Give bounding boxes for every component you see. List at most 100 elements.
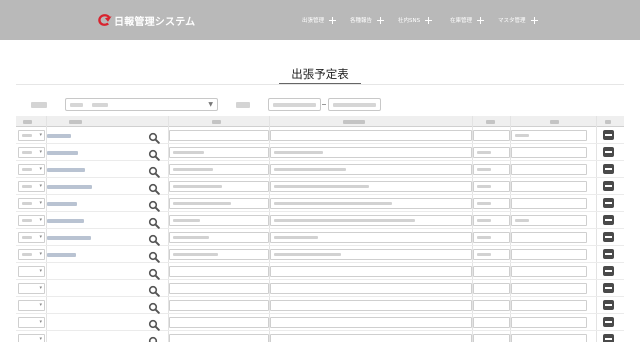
customer-input[interactable] bbox=[169, 283, 269, 294]
delete-row-button[interactable] bbox=[603, 317, 614, 327]
time-input[interactable] bbox=[473, 130, 510, 141]
purpose-input[interactable] bbox=[270, 198, 472, 209]
search-icon[interactable] bbox=[148, 129, 160, 144]
customer-input[interactable] bbox=[169, 181, 269, 192]
delete-row-button[interactable] bbox=[603, 215, 614, 225]
customer-input[interactable] bbox=[169, 334, 269, 342]
purpose-input[interactable] bbox=[270, 130, 472, 141]
time-input[interactable] bbox=[473, 198, 510, 209]
nav-master[interactable]: マスタ管理 bbox=[498, 14, 538, 26]
delete-row-button[interactable] bbox=[603, 334, 614, 342]
customer-input[interactable] bbox=[169, 266, 269, 277]
nav-business-trip[interactable]: 出張管理 bbox=[302, 14, 337, 26]
delete-row-button[interactable] bbox=[603, 266, 614, 276]
remarks-input[interactable] bbox=[511, 266, 587, 277]
date-select[interactable]: ▾ bbox=[18, 232, 45, 243]
purpose-input[interactable] bbox=[270, 317, 472, 328]
time-input[interactable] bbox=[473, 215, 510, 226]
filter-select[interactable]: ▼ bbox=[65, 98, 218, 111]
time-input[interactable] bbox=[473, 147, 510, 158]
customer-input[interactable] bbox=[169, 215, 269, 226]
purpose-input[interactable] bbox=[270, 334, 472, 342]
search-icon[interactable] bbox=[148, 248, 160, 263]
customer-input[interactable] bbox=[169, 317, 269, 328]
search-icon[interactable] bbox=[148, 231, 160, 246]
time-input[interactable] bbox=[473, 266, 510, 277]
delete-row-button[interactable] bbox=[603, 164, 614, 174]
date-select[interactable]: ▾ bbox=[18, 164, 45, 175]
search-icon[interactable] bbox=[148, 316, 160, 331]
date-select[interactable]: ▾ bbox=[18, 147, 45, 158]
time-input[interactable] bbox=[473, 181, 510, 192]
purpose-input[interactable] bbox=[270, 181, 472, 192]
purpose-input[interactable] bbox=[270, 300, 472, 311]
delete-row-button[interactable] bbox=[603, 130, 614, 140]
date-select[interactable]: ▾ bbox=[18, 130, 45, 141]
time-input[interactable] bbox=[473, 334, 510, 342]
delete-row-button[interactable] bbox=[603, 232, 614, 242]
delete-row-button[interactable] bbox=[603, 181, 614, 191]
delete-row-button[interactable] bbox=[603, 283, 614, 293]
remarks-input[interactable] bbox=[511, 317, 587, 328]
time-input[interactable] bbox=[473, 283, 510, 294]
remarks-input[interactable] bbox=[511, 300, 587, 311]
purpose-input[interactable] bbox=[270, 215, 472, 226]
remarks-input[interactable] bbox=[511, 198, 587, 209]
customer-input[interactable] bbox=[169, 198, 269, 209]
date-select[interactable]: ▾ bbox=[18, 249, 45, 260]
remarks-input[interactable] bbox=[511, 164, 587, 175]
customer-input[interactable] bbox=[169, 130, 269, 141]
remarks-input[interactable] bbox=[511, 215, 587, 226]
date-select[interactable]: ▾ bbox=[18, 181, 45, 192]
search-icon[interactable] bbox=[148, 163, 160, 178]
time-input[interactable] bbox=[473, 232, 510, 243]
nav-reports[interactable]: 各種報告 bbox=[350, 14, 385, 26]
purpose-input[interactable] bbox=[270, 283, 472, 294]
search-icon[interactable] bbox=[148, 265, 160, 280]
customer-input[interactable] bbox=[169, 300, 269, 311]
date-from-input[interactable] bbox=[268, 98, 321, 111]
date-select[interactable]: ▾ bbox=[18, 283, 45, 294]
purpose-input[interactable] bbox=[270, 232, 472, 243]
date-select[interactable]: ▾ bbox=[18, 215, 45, 226]
remarks-input[interactable] bbox=[511, 334, 587, 342]
delete-row-button[interactable] bbox=[603, 300, 614, 310]
delete-row-button[interactable] bbox=[603, 198, 614, 208]
customer-input[interactable] bbox=[169, 147, 269, 158]
time-input[interactable] bbox=[473, 300, 510, 311]
delete-row-button[interactable] bbox=[603, 147, 614, 157]
customer-input[interactable] bbox=[169, 249, 269, 260]
date-select[interactable]: ▾ bbox=[18, 300, 45, 311]
delete-row-button[interactable] bbox=[603, 249, 614, 259]
date-select[interactable]: ▾ bbox=[18, 266, 45, 277]
customer-input[interactable] bbox=[169, 164, 269, 175]
date-select[interactable]: ▾ bbox=[18, 334, 45, 342]
remarks-input[interactable] bbox=[511, 283, 587, 294]
remarks-input[interactable] bbox=[511, 249, 587, 260]
date-to-input[interactable] bbox=[328, 98, 381, 111]
search-icon[interactable] bbox=[148, 282, 160, 297]
time-input[interactable] bbox=[473, 249, 510, 260]
nav-inventory[interactable]: 在庫管理 bbox=[450, 14, 485, 26]
remarks-input[interactable] bbox=[511, 147, 587, 158]
purpose-input[interactable] bbox=[270, 164, 472, 175]
purpose-input[interactable] bbox=[270, 266, 472, 277]
remarks-input[interactable] bbox=[511, 232, 587, 243]
remarks-input[interactable] bbox=[511, 181, 587, 192]
date-select[interactable]: ▾ bbox=[18, 317, 45, 328]
remarks-input[interactable] bbox=[511, 130, 587, 141]
date-select[interactable]: ▾ bbox=[18, 198, 45, 209]
search-icon[interactable] bbox=[148, 214, 160, 229]
search-icon[interactable] bbox=[148, 146, 160, 161]
search-icon[interactable] bbox=[148, 299, 160, 314]
customer-input[interactable] bbox=[169, 232, 269, 243]
search-icon[interactable] bbox=[148, 333, 160, 342]
search-icon[interactable] bbox=[148, 197, 160, 212]
nav-internal-sns[interactable]: 社内SNS bbox=[398, 14, 433, 26]
search-icon[interactable] bbox=[148, 180, 160, 195]
time-input[interactable] bbox=[473, 317, 510, 328]
app-brand[interactable]: 日報管理システム bbox=[96, 12, 195, 28]
purpose-input[interactable] bbox=[270, 147, 472, 158]
purpose-input[interactable] bbox=[270, 249, 472, 260]
time-input[interactable] bbox=[473, 164, 510, 175]
